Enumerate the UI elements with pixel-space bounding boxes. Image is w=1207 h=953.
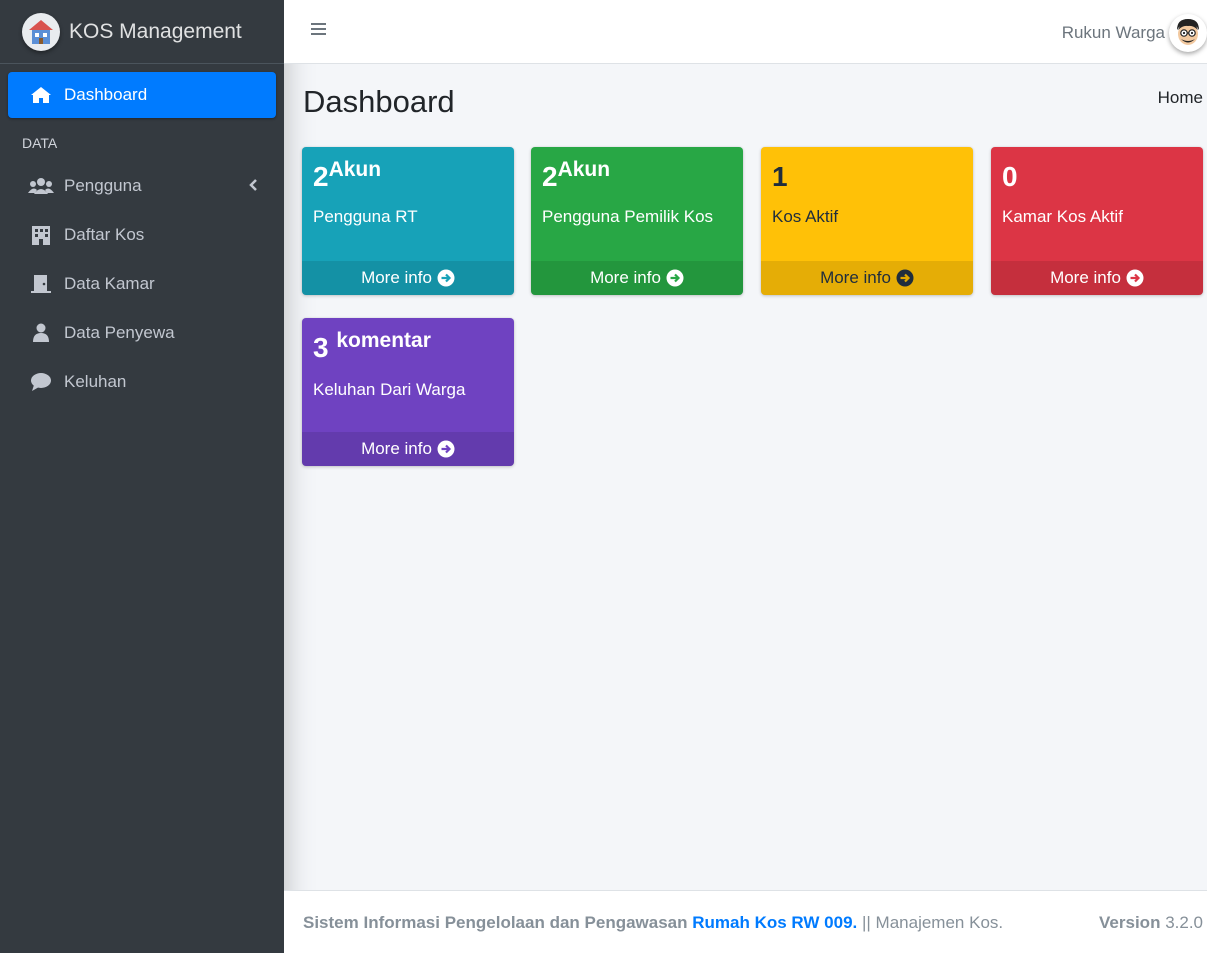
chevron-left-icon: [248, 177, 258, 197]
sidebar-item-keluhan[interactable]: Keluhan: [8, 359, 276, 405]
footer-text-bold: Sistem Informasi Pengelolaan dan Pengawa…: [303, 913, 688, 932]
stat-unit: komentar: [336, 329, 431, 352]
footer-credits: Sistem Informasi Pengelolaan dan Pengawa…: [303, 913, 1003, 933]
sidebar-item-label: Data Penyewa: [64, 323, 175, 342]
version-number: 3.2.0: [1165, 913, 1203, 932]
content-header: Dashboard Home: [303, 80, 1203, 125]
sidebar-item-data-penyewa[interactable]: Data Penyewa: [8, 310, 276, 356]
user-icon: [28, 323, 54, 343]
more-info-link[interactable]: More info: [761, 261, 973, 295]
users-icon: [28, 177, 54, 195]
stat-label: Keluhan Dari Warga: [313, 380, 466, 399]
page-title: Dashboard: [303, 84, 455, 119]
sidebar-item-pengguna[interactable]: Pengguna: [8, 163, 276, 209]
brand-title: KOS Management: [69, 19, 242, 43]
main-sidebar: KOS Management Dashboard DATA Pengguna D…: [0, 0, 284, 953]
menu-toggle-icon[interactable]: [310, 22, 328, 43]
arrow-circle-right-icon: [437, 440, 455, 458]
stat-number: 2Akun: [542, 158, 611, 192]
arrow-circle-right-icon: [1126, 269, 1144, 287]
stat-label: Pengguna Pemilik Kos: [542, 207, 714, 226]
footer-link[interactable]: Rumah Kos RW 009.: [692, 913, 857, 932]
home-icon: [28, 86, 54, 104]
main-footer: Sistem Informasi Pengelolaan dan Pengawa…: [284, 890, 1207, 953]
more-info-label: More info: [361, 439, 432, 458]
more-info-link[interactable]: More info: [302, 261, 514, 295]
sidebar-nav: Dashboard DATA Pengguna Daftar Kos Data …: [0, 64, 284, 405]
comment-icon: [28, 372, 54, 392]
sidebar-item-daftar-kos[interactable]: Daftar Kos: [8, 212, 276, 258]
version-label: Version: [1099, 913, 1161, 932]
stat-label: Kos Aktif: [772, 207, 839, 226]
footer-version: Version 3.2.0: [1099, 913, 1203, 933]
more-info-label: More info: [820, 268, 891, 287]
footer-text-rest: || Manajemen Kos.: [862, 913, 1004, 932]
stat-card-keluhan: 3 komentar Keluhan Dari Warga More info: [302, 318, 514, 466]
stat-number: 3 komentar: [313, 329, 431, 363]
arrow-circle-right-icon: [896, 269, 914, 287]
stat-number: 2Akun: [313, 158, 382, 192]
stat-card-pengguna-rt: 2Akun Pengguna RT More info: [302, 147, 514, 295]
more-info-link[interactable]: More info: [531, 261, 743, 295]
top-navbar: Rukun Warga: [284, 0, 1207, 64]
user-name: Rukun Warga: [1061, 23, 1165, 42]
sidebar-item-label: Dashboard: [64, 85, 148, 104]
door-icon: [28, 274, 54, 294]
arrow-circle-right-icon: [437, 269, 455, 287]
stat-unit: Akun: [557, 158, 611, 181]
user-menu[interactable]: Rukun Warga: [1062, 14, 1207, 52]
brand-link[interactable]: KOS Management: [0, 0, 284, 64]
sidebar-item-label: Pengguna: [64, 176, 142, 195]
avatar: [1169, 14, 1207, 52]
sidebar-item-label: Keluhan: [64, 372, 127, 391]
more-info-link[interactable]: More info: [991, 261, 1203, 295]
stat-number: 1: [772, 161, 788, 192]
stat-label: Kamar Kos Aktif: [1002, 207, 1123, 226]
stat-unit: Akun: [328, 158, 382, 181]
more-info-label: More info: [590, 268, 661, 287]
arrow-circle-right-icon: [666, 269, 684, 287]
more-info-link[interactable]: More info: [302, 432, 514, 466]
brand-logo-icon: [22, 12, 60, 51]
building-icon: [28, 225, 54, 245]
stat-card-kos-aktif: 1 Kos Aktif More info: [761, 147, 973, 295]
sidebar-section-header: DATA: [22, 135, 58, 151]
breadcrumb[interactable]: Home: [1158, 88, 1203, 108]
sidebar-item-data-kamar[interactable]: Data Kamar: [8, 261, 276, 307]
more-info-label: More info: [1050, 268, 1121, 287]
stat-label: Pengguna RT: [313, 207, 418, 226]
more-info-label: More info: [361, 268, 432, 287]
sidebar-item-label: Data Kamar: [64, 274, 155, 293]
sidebar-item-label: Daftar Kos: [64, 225, 145, 244]
stat-number: 0: [1002, 161, 1018, 192]
stat-card-kamar-kos-aktif: 0 Kamar Kos Aktif More info: [991, 147, 1203, 295]
sidebar-item-dashboard[interactable]: Dashboard: [8, 72, 276, 118]
stat-card-pengguna-pemilik-kos: 2Akun Pengguna Pemilik Kos More info: [531, 147, 743, 295]
